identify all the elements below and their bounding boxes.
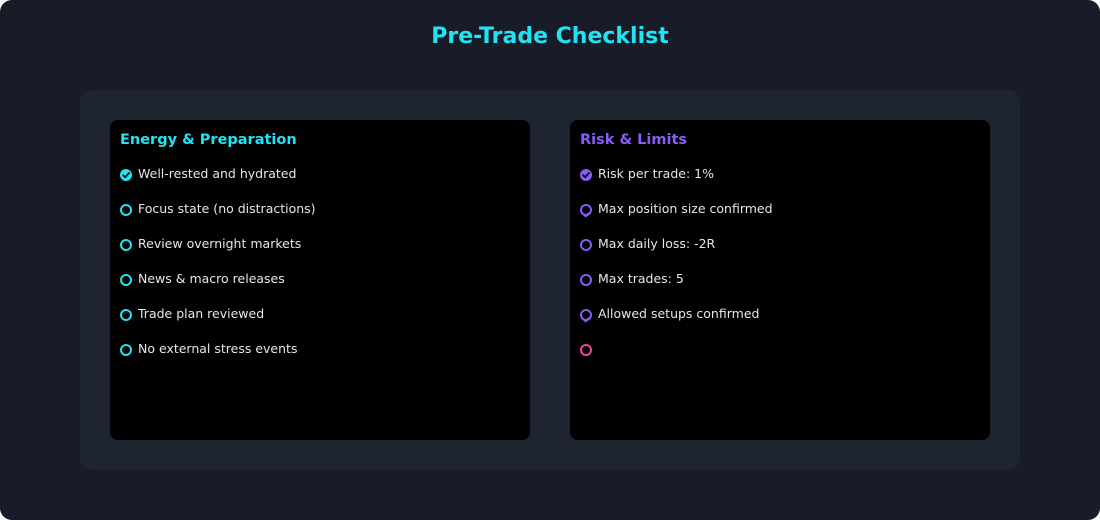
checklist-item-label: Max trades: 5 xyxy=(598,271,684,286)
checklist: Risk per trade: 1% Max position size conf… xyxy=(580,165,980,375)
checklist-item-label: Trade plan reviewed xyxy=(138,306,265,321)
check-circle-icon[interactable] xyxy=(580,169,592,181)
checklist-item[interactable]: Review overnight markets xyxy=(120,235,520,270)
checklist-board: Energy & Preparation Well-rested and hyd… xyxy=(80,90,1020,470)
checklist-item-label: No external stress events xyxy=(138,341,298,356)
checklist-item-label: Max daily loss: -2R xyxy=(598,236,716,251)
checklist-item[interactable]: Allowed setups confirmed xyxy=(580,305,980,340)
checklist-item-label: Well-rested and hydrated xyxy=(138,166,297,181)
circle-icon[interactable] xyxy=(120,344,132,356)
checklist-item-label: Max position size confirmed xyxy=(598,201,773,216)
checklist-item[interactable] xyxy=(580,340,980,375)
risk-limits-panel: Risk & Limits Risk per trade: 1% Max posi… xyxy=(570,120,990,440)
page-title: Pre-Trade Checklist xyxy=(431,24,669,49)
checklist-item-label: Allowed setups confirmed xyxy=(598,306,760,321)
circle-icon[interactable] xyxy=(120,204,132,216)
checklist-item[interactable]: No external stress events xyxy=(120,340,520,375)
checklist-window: Pre-Trade Checklist Energy & Preparation… xyxy=(0,0,1100,520)
checklist-item-label: News & macro releases xyxy=(138,271,285,286)
checklist: Well-rested and hydrated Focus state (no … xyxy=(120,165,520,375)
circle-icon[interactable] xyxy=(120,309,132,321)
checklist-item[interactable]: Max trades: 5 xyxy=(580,270,980,305)
circle-icon[interactable] xyxy=(580,274,592,286)
checklist-item-label: Review overnight markets xyxy=(138,236,302,251)
checklist-item[interactable]: Risk per trade: 1% xyxy=(580,165,980,200)
checklist-item[interactable]: Focus state (no distractions) xyxy=(120,200,520,235)
circle-icon[interactable] xyxy=(120,239,132,251)
energy-preparation-panel: Energy & Preparation Well-rested and hyd… xyxy=(110,120,530,440)
check-circle-icon[interactable] xyxy=(120,169,132,181)
circle-tick-icon[interactable] xyxy=(580,309,592,323)
circle-tick-icon[interactable] xyxy=(580,204,592,218)
circle-icon[interactable] xyxy=(580,239,592,251)
checklist-item-label: Focus state (no distractions) xyxy=(138,201,316,216)
circle-icon[interactable] xyxy=(120,274,132,286)
panel-title: Risk & Limits xyxy=(580,132,688,148)
checklist-item[interactable]: Well-rested and hydrated xyxy=(120,165,520,200)
checklist-item-label: Risk per trade: 1% xyxy=(598,166,714,181)
panel-title: Energy & Preparation xyxy=(120,132,297,148)
circle-icon[interactable] xyxy=(580,344,592,356)
checklist-item[interactable]: Max daily loss: -2R xyxy=(580,235,980,270)
checklist-item[interactable]: News & macro releases xyxy=(120,270,520,305)
checklist-item[interactable]: Trade plan reviewed xyxy=(120,305,520,340)
checklist-item[interactable]: Max position size confirmed xyxy=(580,200,980,235)
